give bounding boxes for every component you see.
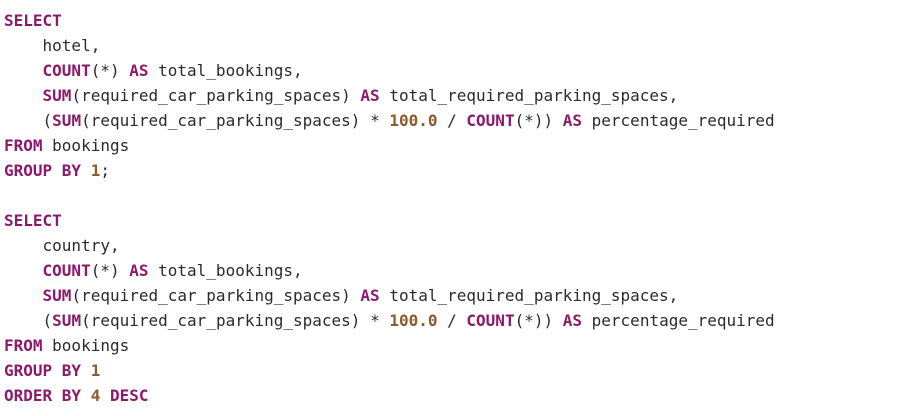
- sql-text: (*): [90, 61, 130, 80]
- sql-keyword: COUNT: [42, 261, 91, 280]
- sql-text: total_required_parking_spaces,: [379, 286, 679, 305]
- sql-text: (*): [90, 261, 130, 280]
- sql-keyword: GROUP BY: [4, 361, 82, 380]
- sql-number: 1: [90, 361, 101, 380]
- sql-keyword: AS: [360, 86, 380, 105]
- sql-text: total_required_parking_spaces,: [379, 86, 679, 105]
- code-line: (SUM(required_car_parking_spaces) * 100.…: [4, 308, 914, 333]
- sql-text: bookings: [42, 336, 130, 355]
- sql-keyword: FROM: [4, 136, 43, 155]
- sql-number: 100.0: [389, 111, 438, 130]
- sql-keyword: SELECT: [4, 11, 62, 30]
- sql-text: total_bookings,: [148, 61, 303, 80]
- sql-text: /: [437, 311, 467, 330]
- sql-code-block: SELECT hotel, COUNT(*) AS total_bookings…: [4, 8, 914, 408]
- sql-text: /: [437, 111, 467, 130]
- code-line: COUNT(*) AS total_bookings,: [4, 258, 914, 283]
- sql-keyword: FROM: [4, 336, 43, 355]
- sql-text: (: [4, 311, 53, 330]
- sql-number: 1: [90, 161, 101, 180]
- code-line: SUM(required_car_parking_spaces) AS tota…: [4, 83, 914, 108]
- sql-text: total_bookings,: [148, 261, 303, 280]
- sql-keyword: SUM: [42, 86, 72, 105]
- sql-keyword: AS: [562, 311, 583, 330]
- sql-keyword: COUNT: [466, 111, 515, 130]
- sql-text: (*)): [514, 311, 563, 330]
- code-line: SELECT: [4, 208, 914, 233]
- sql-keyword: SUM: [52, 111, 82, 130]
- sql-keyword: GROUP BY: [4, 161, 82, 180]
- sql-text: (required_car_parking_spaces) *: [81, 111, 390, 130]
- sql-text: country,: [4, 236, 120, 255]
- sql-text: percentage_required: [582, 111, 775, 130]
- code-line: (SUM(required_car_parking_spaces) * 100.…: [4, 108, 914, 133]
- sql-text: (required_car_parking_spaces): [71, 86, 361, 105]
- code-line: hotel,: [4, 33, 914, 58]
- sql-keyword: AS: [360, 286, 380, 305]
- sql-number: 4: [90, 386, 101, 405]
- sql-keyword: SUM: [42, 286, 72, 305]
- sql-text: ;: [100, 161, 110, 180]
- code-line: country,: [4, 233, 914, 258]
- code-line: SELECT: [4, 8, 914, 33]
- sql-text: bookings: [42, 136, 130, 155]
- code-line: COUNT(*) AS total_bookings,: [4, 58, 914, 83]
- code-line: FROM bookings: [4, 333, 914, 358]
- sql-keyword: AS: [562, 111, 583, 130]
- sql-text: hotel,: [4, 36, 101, 55]
- sql-text: (required_car_parking_spaces) *: [81, 311, 390, 330]
- sql-keyword: COUNT: [42, 61, 91, 80]
- sql-keyword: AS: [129, 261, 149, 280]
- code-line: GROUP BY 1;: [4, 158, 914, 183]
- code-line: ORDER BY 4 DESC: [4, 383, 914, 408]
- sql-text: percentage_required: [582, 311, 775, 330]
- code-line: SUM(required_car_parking_spaces) AS tota…: [4, 283, 914, 308]
- code-line: GROUP BY 1: [4, 358, 914, 383]
- sql-keyword: AS: [129, 61, 149, 80]
- sql-keyword: ORDER BY: [4, 386, 82, 405]
- code-line: FROM bookings: [4, 133, 914, 158]
- sql-text: (required_car_parking_spaces): [71, 286, 361, 305]
- sql-keyword: SUM: [52, 311, 82, 330]
- sql-text: (*)): [514, 111, 563, 130]
- sql-keyword: COUNT: [466, 311, 515, 330]
- sql-text: (: [4, 111, 53, 130]
- sql-keyword: DESC: [109, 386, 149, 405]
- sql-number: 100.0: [389, 311, 438, 330]
- sql-keyword: SELECT: [4, 211, 62, 230]
